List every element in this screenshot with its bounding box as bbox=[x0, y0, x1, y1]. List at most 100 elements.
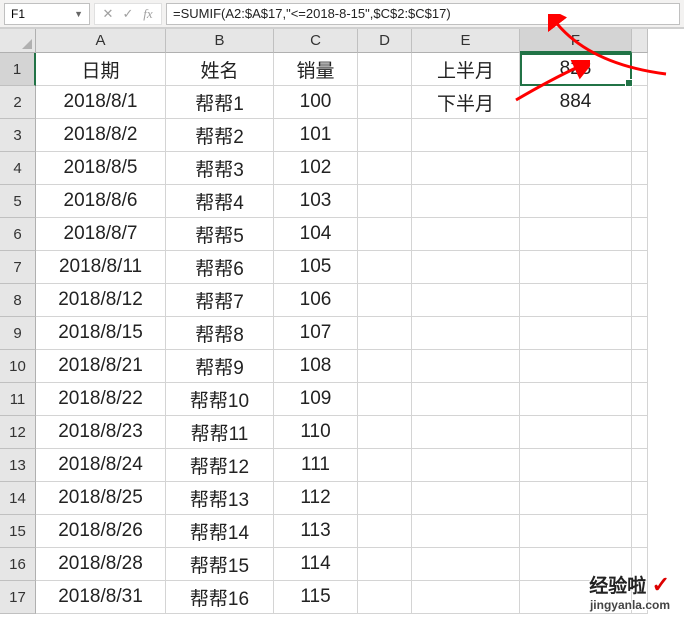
cell-F13[interactable] bbox=[520, 449, 632, 482]
cell-E3[interactable] bbox=[412, 119, 520, 152]
cell-C11[interactable]: 109 bbox=[274, 383, 358, 416]
cell-B11[interactable]: 帮帮10 bbox=[166, 383, 274, 416]
cell-E6[interactable] bbox=[412, 218, 520, 251]
cell-A15[interactable]: 2018/8/26 bbox=[36, 515, 166, 548]
cell-C13[interactable]: 111 bbox=[274, 449, 358, 482]
col-header-A[interactable]: A bbox=[36, 29, 166, 53]
cell-A3[interactable]: 2018/8/2 bbox=[36, 119, 166, 152]
cell-B5[interactable]: 帮帮4 bbox=[166, 185, 274, 218]
cell-A5[interactable]: 2018/8/6 bbox=[36, 185, 166, 218]
cell-C6[interactable]: 104 bbox=[274, 218, 358, 251]
cell-A16[interactable]: 2018/8/28 bbox=[36, 548, 166, 581]
cell-C14[interactable]: 112 bbox=[274, 482, 358, 515]
cell-E15[interactable] bbox=[412, 515, 520, 548]
cell-extra[interactable] bbox=[632, 218, 648, 251]
cell-A8[interactable]: 2018/8/12 bbox=[36, 284, 166, 317]
row-header-9[interactable]: 9 bbox=[0, 317, 36, 350]
cell-extra[interactable] bbox=[632, 317, 648, 350]
select-all-corner[interactable] bbox=[0, 29, 36, 53]
col-header-B[interactable]: B bbox=[166, 29, 274, 53]
cell-B2[interactable]: 帮帮1 bbox=[166, 86, 274, 119]
row-header-11[interactable]: 11 bbox=[0, 383, 36, 416]
cell-A13[interactable]: 2018/8/24 bbox=[36, 449, 166, 482]
cell-D1[interactable] bbox=[358, 53, 412, 86]
cell-C1[interactable]: 销量 bbox=[274, 53, 358, 86]
row-header-14[interactable]: 14 bbox=[0, 482, 36, 515]
col-header-E[interactable]: E bbox=[412, 29, 520, 53]
row-header-17[interactable]: 17 bbox=[0, 581, 36, 614]
fx-icon[interactable]: fx bbox=[139, 6, 157, 22]
cell-F7[interactable] bbox=[520, 251, 632, 284]
row-header-1[interactable]: 1 bbox=[0, 53, 36, 86]
cell-E2[interactable]: 下半月 bbox=[412, 86, 520, 119]
row-header-15[interactable]: 15 bbox=[0, 515, 36, 548]
cell-B9[interactable]: 帮帮8 bbox=[166, 317, 274, 350]
cell-A14[interactable]: 2018/8/25 bbox=[36, 482, 166, 515]
cell-C10[interactable]: 108 bbox=[274, 350, 358, 383]
cell-C9[interactable]: 107 bbox=[274, 317, 358, 350]
cell-E5[interactable] bbox=[412, 185, 520, 218]
cell-extra[interactable] bbox=[632, 482, 648, 515]
row-header-10[interactable]: 10 bbox=[0, 350, 36, 383]
cell-B15[interactable]: 帮帮14 bbox=[166, 515, 274, 548]
cell-D12[interactable] bbox=[358, 416, 412, 449]
col-header-C[interactable]: C bbox=[274, 29, 358, 53]
cell-F4[interactable] bbox=[520, 152, 632, 185]
cell-C4[interactable]: 102 bbox=[274, 152, 358, 185]
formula-input[interactable]: =SUMIF(A2:$A$17,"<=2018-8-15",$C$2:$C$17… bbox=[166, 3, 680, 25]
cell-extra[interactable] bbox=[632, 449, 648, 482]
cell-E7[interactable] bbox=[412, 251, 520, 284]
cell-F10[interactable] bbox=[520, 350, 632, 383]
cell-D16[interactable] bbox=[358, 548, 412, 581]
cell-D3[interactable] bbox=[358, 119, 412, 152]
cell-C3[interactable]: 101 bbox=[274, 119, 358, 152]
cell-E10[interactable] bbox=[412, 350, 520, 383]
cell-extra[interactable] bbox=[632, 53, 648, 86]
cell-F1[interactable]: 828 bbox=[520, 53, 632, 86]
cell-D7[interactable] bbox=[358, 251, 412, 284]
cell-A9[interactable]: 2018/8/15 bbox=[36, 317, 166, 350]
cell-A11[interactable]: 2018/8/22 bbox=[36, 383, 166, 416]
cell-B13[interactable]: 帮帮12 bbox=[166, 449, 274, 482]
cell-D5[interactable] bbox=[358, 185, 412, 218]
cell-C8[interactable]: 106 bbox=[274, 284, 358, 317]
cell-E9[interactable] bbox=[412, 317, 520, 350]
cell-D10[interactable] bbox=[358, 350, 412, 383]
cell-B12[interactable]: 帮帮11 bbox=[166, 416, 274, 449]
cell-D13[interactable] bbox=[358, 449, 412, 482]
cell-F2[interactable]: 884 bbox=[520, 86, 632, 119]
cell-E14[interactable] bbox=[412, 482, 520, 515]
cell-D14[interactable] bbox=[358, 482, 412, 515]
cell-extra[interactable] bbox=[632, 152, 648, 185]
cell-D6[interactable] bbox=[358, 218, 412, 251]
cell-E13[interactable] bbox=[412, 449, 520, 482]
cell-B1[interactable]: 姓名 bbox=[166, 53, 274, 86]
row-header-6[interactable]: 6 bbox=[0, 218, 36, 251]
cell-F8[interactable] bbox=[520, 284, 632, 317]
cell-E17[interactable] bbox=[412, 581, 520, 614]
cell-E8[interactable] bbox=[412, 284, 520, 317]
cell-C12[interactable]: 110 bbox=[274, 416, 358, 449]
cell-C7[interactable]: 105 bbox=[274, 251, 358, 284]
row-header-4[interactable]: 4 bbox=[0, 152, 36, 185]
cell-D9[interactable] bbox=[358, 317, 412, 350]
cell-extra[interactable] bbox=[632, 119, 648, 152]
cell-F9[interactable] bbox=[520, 317, 632, 350]
row-header-16[interactable]: 16 bbox=[0, 548, 36, 581]
cell-E12[interactable] bbox=[412, 416, 520, 449]
cell-B16[interactable]: 帮帮15 bbox=[166, 548, 274, 581]
cell-B14[interactable]: 帮帮13 bbox=[166, 482, 274, 515]
cell-A1[interactable]: 日期 bbox=[36, 53, 166, 86]
chevron-down-icon[interactable]: ▼ bbox=[74, 9, 83, 19]
row-header-3[interactable]: 3 bbox=[0, 119, 36, 152]
row-header-13[interactable]: 13 bbox=[0, 449, 36, 482]
row-header-12[interactable]: 12 bbox=[0, 416, 36, 449]
cell-E4[interactable] bbox=[412, 152, 520, 185]
cell-A7[interactable]: 2018/8/11 bbox=[36, 251, 166, 284]
cell-D17[interactable] bbox=[358, 581, 412, 614]
cell-extra[interactable] bbox=[632, 515, 648, 548]
name-box[interactable]: F1 ▼ bbox=[4, 3, 90, 25]
row-header-2[interactable]: 2 bbox=[0, 86, 36, 119]
cell-extra[interactable] bbox=[632, 416, 648, 449]
cell-A17[interactable]: 2018/8/31 bbox=[36, 581, 166, 614]
